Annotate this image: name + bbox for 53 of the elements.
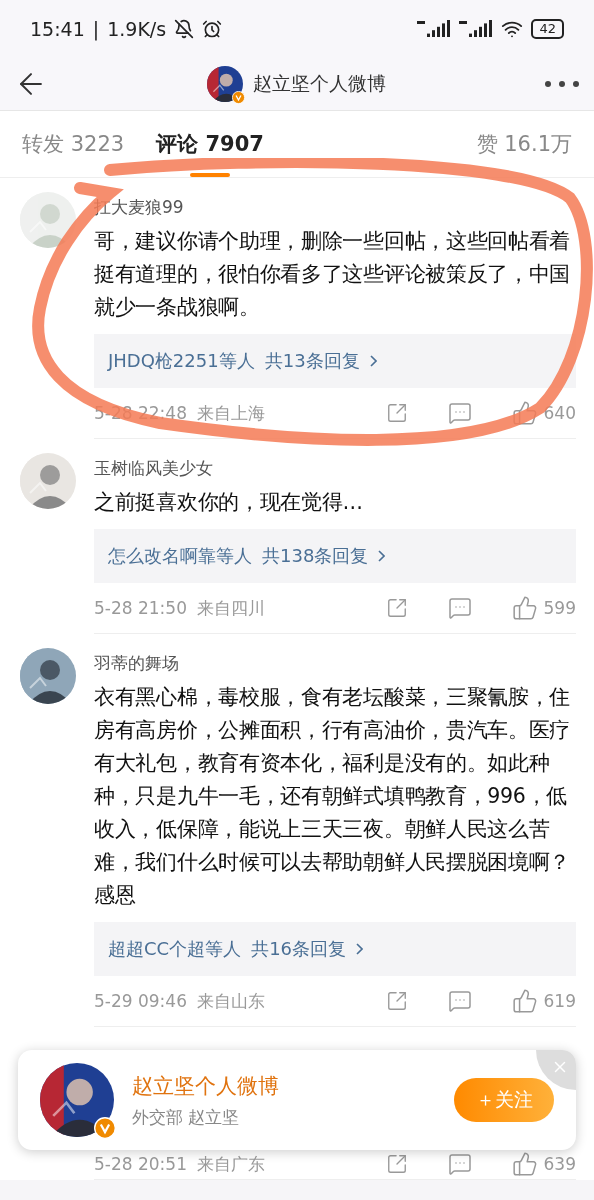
- signal-icon: [417, 19, 452, 39]
- signal-icon: [459, 19, 494, 39]
- replies-link[interactable]: JHDQ枪2251等人 共13条回复: [94, 334, 576, 388]
- like-button[interactable]: 639: [511, 1151, 576, 1177]
- clock-time: 15:41: [30, 18, 85, 40]
- like-button[interactable]: 640: [511, 400, 576, 426]
- alarm-clock-icon: [202, 19, 223, 39]
- thumbs-up-icon: [511, 1151, 538, 1177]
- separator: |: [92, 18, 100, 40]
- comment-text: 衣有黑心棉，毒校服，食有老坛酸菜，三聚氰胺，住房有高房价，公摊面积，行有高油价，贵汽车。医疗有大礼包，教育有资本化，福利是没有的。如此种种，只是九牛一毛，还有朝鲜式填鸭教育，996，低收入，低保障，能说上三天三夜。朝鲜人民这么苦难，我们什么时候可以去帮助朝鲜人民摆脱困境啊？感恩: [94, 684, 572, 909]
- close-button[interactable]: [536, 1050, 576, 1090]
- share-button[interactable]: [385, 1153, 408, 1175]
- verified-badge-icon: [231, 91, 245, 104]
- comment-time: 5-28 20:51: [94, 1154, 187, 1174]
- thumbs-up-icon: [511, 988, 538, 1014]
- thumbs-up-icon: [511, 400, 538, 426]
- share-button[interactable]: [385, 597, 408, 619]
- account-subtitle: 外交部 赵立坚: [132, 1105, 241, 1129]
- chevron-right-icon: [369, 355, 377, 367]
- comment-text: 之前挺喜欢你的，现在觉得…: [94, 489, 364, 516]
- verified-badge-icon: [94, 1117, 116, 1139]
- network-speed: 1.9K/s: [107, 18, 167, 40]
- comment-button[interactable]: [447, 596, 472, 620]
- comment-button[interactable]: [447, 989, 472, 1013]
- tab[interactable]: 转发 3223: [22, 111, 125, 177]
- battery-icon: 42: [531, 19, 564, 39]
- like-button[interactable]: 599: [511, 595, 576, 621]
- comment-time: 5-28 21:50: [94, 598, 187, 618]
- comment-text: 哥，建议你请个助理，删除一些回帖，这些回帖看着挺有道理的，很怕你看多了这些评论被策反了，中国就少一条战狼啊。: [94, 228, 572, 321]
- replies-link[interactable]: 超超CC个超等人 共16条回复: [94, 922, 576, 976]
- tab[interactable]: 评论 7907: [156, 111, 264, 177]
- bell-off-icon: [174, 19, 195, 39]
- comment-location: 来自四川: [197, 596, 265, 620]
- account-name[interactable]: 赵立坚个人微博: [132, 1071, 436, 1100]
- username[interactable]: 羽蒂的舞场: [94, 652, 576, 675]
- replies-link[interactable]: 怎么改名啊靠等人 共138条回复: [94, 529, 576, 583]
- chevron-right-icon: [356, 943, 364, 955]
- comment-location: 来自山东: [197, 989, 265, 1013]
- follow-button[interactable]: ＋关注: [454, 1078, 554, 1122]
- comment-location: 来自广东: [197, 1152, 265, 1176]
- chevron-right-icon: [378, 550, 386, 562]
- tab[interactable]: 赞 16.1万: [476, 111, 572, 177]
- like-button[interactable]: 619: [511, 988, 576, 1014]
- comment-time: 5-29 09:46: [94, 991, 187, 1011]
- share-button[interactable]: [385, 990, 408, 1012]
- username[interactable]: 玉树临风美少女: [94, 457, 576, 480]
- page-title: 赵立坚个人微博: [252, 71, 386, 96]
- comment-button[interactable]: [447, 1152, 472, 1176]
- comment-location: 来自上海: [197, 401, 265, 425]
- share-button[interactable]: [385, 402, 408, 424]
- comment-button[interactable]: [447, 401, 472, 425]
- thumbs-up-icon: [511, 595, 538, 621]
- more-icon[interactable]: [544, 80, 580, 88]
